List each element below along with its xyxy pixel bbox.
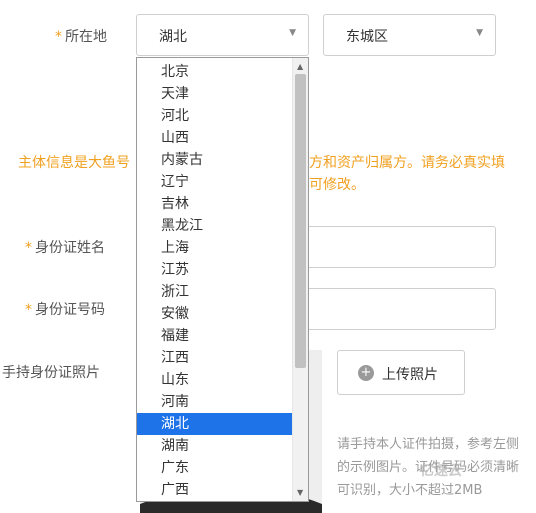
id-name-label: * 身份证姓名 xyxy=(25,237,105,257)
province-option[interactable]: 广西 xyxy=(137,479,294,501)
dropdown-scrollbar[interactable]: ▲ ▼ xyxy=(292,58,308,501)
province-options: 北京 天津 河北 山西 内蒙古 辽宁 吉林 黑龙江 上海 江苏 浙江 安徽 福建 江西 山东 河南 湖北 湖南 广东… xyxy=(137,61,294,501)
notice-line1-right: 方和资产归属方。请务必真实填 xyxy=(309,155,505,171)
chevron-down-icon: ▼ xyxy=(289,28,296,38)
notice-line1-left: 主体信息是大鱼号 xyxy=(18,155,130,171)
province-option[interactable]: 天津 xyxy=(137,83,294,105)
province-option[interactable]: 江西 xyxy=(137,347,294,369)
province-option[interactable]: 黑龙江 xyxy=(137,215,294,237)
id-number-input[interactable] xyxy=(296,288,496,330)
id-number-label: * 身份证号码 xyxy=(25,299,105,319)
upload-photo-button[interactable]: + 上传照片 xyxy=(337,350,465,395)
location-label-text: 所在地 xyxy=(65,29,107,45)
province-select-value: 湖北 xyxy=(159,29,187,45)
province-dropdown-list[interactable]: 北京 天津 河北 山西 内蒙古 辽宁 吉林 黑龙江 上海 江苏 浙江 安徽 福建 江西 山东 河南 湖北 湖南 广东… xyxy=(136,57,309,502)
required-asterisk: * xyxy=(25,240,32,256)
province-option[interactable]: 山东 xyxy=(137,369,294,391)
id-name-label-text: 身份证姓名 xyxy=(35,240,105,256)
scroll-down-arrow-icon[interactable]: ▼ xyxy=(297,488,303,497)
required-asterisk: * xyxy=(55,29,62,45)
district-select-value: 东城区 xyxy=(346,29,388,45)
scrollbar-thumb[interactable] xyxy=(295,74,306,368)
id-number-label-text: 身份证号码 xyxy=(35,302,105,318)
province-option[interactable]: 福建 xyxy=(137,325,294,347)
province-option[interactable]: 吉林 xyxy=(137,193,294,215)
province-option[interactable]: 湖北 xyxy=(137,413,294,435)
province-option[interactable]: 河北 xyxy=(137,105,294,127)
province-option[interactable]: 浙江 xyxy=(137,281,294,303)
chevron-down-icon: ▼ xyxy=(476,28,483,38)
location-label: * 所在地 xyxy=(55,26,107,46)
plus-circle-icon: + xyxy=(358,365,374,381)
watermark: 亿速云 xyxy=(420,463,462,479)
notice-line2-right: 可修改。 xyxy=(309,177,365,193)
id-photo-label: 手持身份证照片 xyxy=(2,365,100,381)
province-option[interactable]: 北京 xyxy=(137,61,294,83)
province-option[interactable]: 河南 xyxy=(137,391,294,413)
province-option[interactable]: 安徽 xyxy=(137,303,294,325)
province-select[interactable]: 湖北 ▼ xyxy=(136,14,309,56)
required-asterisk: * xyxy=(25,302,32,318)
province-option[interactable]: 江苏 xyxy=(137,259,294,281)
province-option[interactable]: 内蒙古 xyxy=(137,149,294,171)
id-name-input[interactable] xyxy=(296,226,496,268)
upload-photo-label: 上传照片 xyxy=(382,367,438,383)
district-select[interactable]: 东城区 ▼ xyxy=(323,14,496,56)
scroll-up-arrow-icon[interactable]: ▲ xyxy=(297,62,303,71)
province-option[interactable]: 上海 xyxy=(137,237,294,259)
province-option[interactable]: 山西 xyxy=(137,127,294,149)
province-option[interactable]: 湖南 xyxy=(137,435,294,457)
province-option[interactable]: 广东 xyxy=(137,457,294,479)
province-option[interactable]: 辽宁 xyxy=(137,171,294,193)
